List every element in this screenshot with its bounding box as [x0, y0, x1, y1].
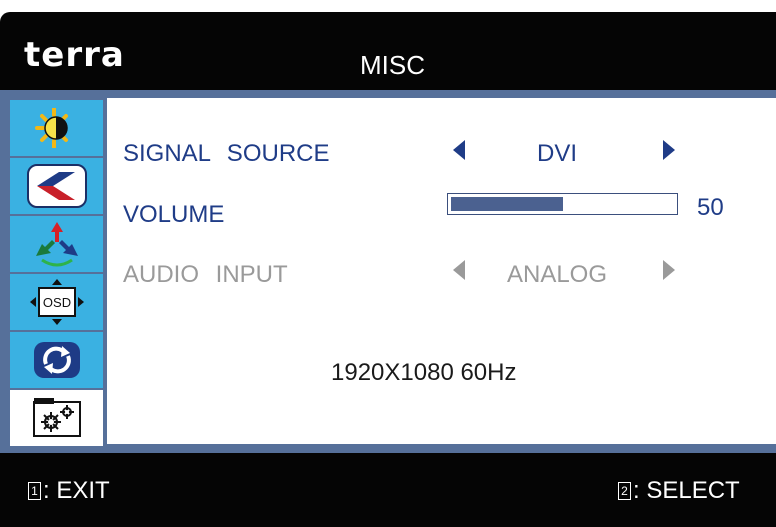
- sidebar: OSD: [10, 100, 103, 446]
- select-label: : SELECT: [633, 477, 740, 504]
- audio-input-right-arrow-icon: [663, 260, 675, 280]
- exit-key-icon: 1: [28, 482, 41, 500]
- gears-icon: [32, 398, 81, 437]
- select-key-icon: 2: [618, 482, 631, 500]
- sidebar-item-reset[interactable]: [10, 332, 103, 388]
- select-hint: 2 : SELECT: [618, 479, 740, 503]
- menu-content: SIGNAL SOURCE DVI VOLUME 50 AUDIO INPUT …: [107, 98, 776, 444]
- audio-input-label: AUDIO INPUT: [123, 261, 288, 288]
- resolution-info: 1920X1080 60Hz: [331, 359, 517, 386]
- sun-contrast-icon: [34, 108, 68, 148]
- sidebar-item-misc[interactable]: [10, 390, 103, 446]
- exit-label: : EXIT: [43, 477, 110, 504]
- osd-position-icon: OSD: [29, 279, 84, 325]
- sidebar-item-brightness-contrast[interactable]: [10, 100, 103, 156]
- volume-label[interactable]: VOLUME: [123, 203, 224, 227]
- sidebar-item-image-setup[interactable]: [10, 158, 103, 214]
- signal-source-label[interactable]: SIGNAL SOURCE: [123, 142, 330, 166]
- osd-icon-label: OSD: [42, 295, 70, 310]
- exit-hint: 1 : EXIT: [28, 479, 110, 503]
- sidebar-item-osd-setup[interactable]: OSD: [10, 274, 103, 330]
- volume-slider[interactable]: [447, 193, 678, 215]
- signal-source-value[interactable]: DVI: [507, 142, 607, 166]
- menu-title: MISC: [360, 50, 425, 80]
- signal-source-left-arrow-icon[interactable]: [453, 140, 465, 160]
- audio-input-value: ANALOG: [506, 261, 608, 288]
- image-setup-icon: [26, 164, 87, 208]
- volume-slider-fill: [451, 197, 563, 211]
- audio-input-left-arrow-icon: [453, 260, 465, 280]
- reset-arrows-icon: [33, 342, 80, 378]
- color-rgb-icon: [35, 222, 78, 267]
- signal-source-right-arrow-icon[interactable]: [663, 140, 675, 160]
- menu-frame: OSD SIGNAL SOURCE DVI VOLUME 50 AUDIO IN…: [0, 90, 776, 453]
- brand-logo: terra: [24, 35, 125, 75]
- sidebar-item-color[interactable]: [10, 216, 103, 272]
- volume-value: 50: [697, 194, 724, 221]
